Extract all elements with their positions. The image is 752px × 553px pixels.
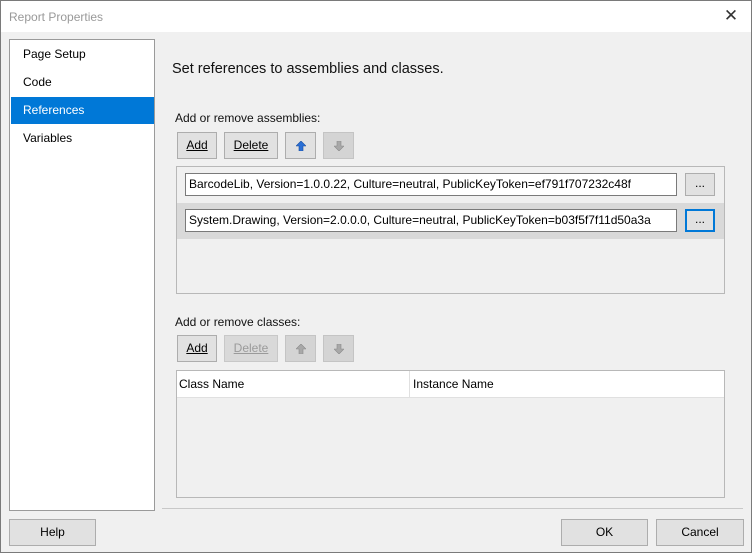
column-header-instance-name[interactable]: Instance Name [409,371,724,398]
page-title: Set references to assemblies and classes… [172,61,444,77]
sidebar-item-code[interactable]: Code [11,69,154,96]
close-icon[interactable]: ✕ [717,3,745,29]
arrow-down-icon [334,344,344,354]
add-assembly-button-label: Add [186,138,208,152]
assemblies-list: BarcodeLib, Version=1.0.0.22, Culture=ne… [176,166,725,294]
browse-assembly-button[interactable]: ... [685,173,715,196]
title-bar: Report Properties ✕ [1,1,751,32]
delete-assembly-button[interactable]: Delete [224,132,278,159]
report-properties-dialog: Report Properties ✕ Page Setup Code Refe… [0,0,752,553]
footer-divider [162,508,743,509]
move-class-up-button[interactable] [285,335,316,362]
sidebar-nav: Page Setup Code References Variables [9,39,155,511]
move-assembly-up-button[interactable] [285,132,316,159]
browse-assembly-button[interactable]: ... [685,209,715,232]
delete-class-button[interactable]: Delete [224,335,278,362]
column-header-class-name[interactable]: Class Name [177,371,409,398]
arrow-down-icon [334,141,344,151]
classes-grid[interactable]: Class Name Instance Name [176,370,725,498]
move-assembly-down-button[interactable] [323,132,354,159]
move-class-down-button[interactable] [323,335,354,362]
window-title: Report Properties [9,10,104,24]
classes-label: Add or remove classes: [175,315,301,329]
arrow-up-icon [296,344,306,354]
cancel-button[interactable]: Cancel [656,519,744,546]
arrow-up-icon [296,141,306,151]
delete-assembly-button-label: Delete [233,138,269,152]
sidebar-item-variables[interactable]: Variables [11,125,154,152]
help-button[interactable]: Help [9,519,96,546]
delete-class-button-label: Delete [233,341,269,355]
grid-header: Class Name Instance Name [177,371,724,398]
add-class-button[interactable]: Add [177,335,217,362]
ok-button[interactable]: OK [561,519,648,546]
assembly-row[interactable]: BarcodeLib, Version=1.0.0.22, Culture=ne… [177,167,724,203]
assembly-reference-field[interactable]: BarcodeLib, Version=1.0.0.22, Culture=ne… [185,173,677,196]
sidebar-item-references[interactable]: References [11,97,154,124]
assembly-reference-field[interactable]: System.Drawing, Version=2.0.0.0, Culture… [185,209,677,232]
assembly-row[interactable]: System.Drawing, Version=2.0.0.0, Culture… [177,203,724,239]
assemblies-label: Add or remove assemblies: [175,111,321,125]
add-assembly-button[interactable]: Add [177,132,217,159]
add-class-button-label: Add [186,341,208,355]
sidebar-item-page-setup[interactable]: Page Setup [11,41,154,68]
